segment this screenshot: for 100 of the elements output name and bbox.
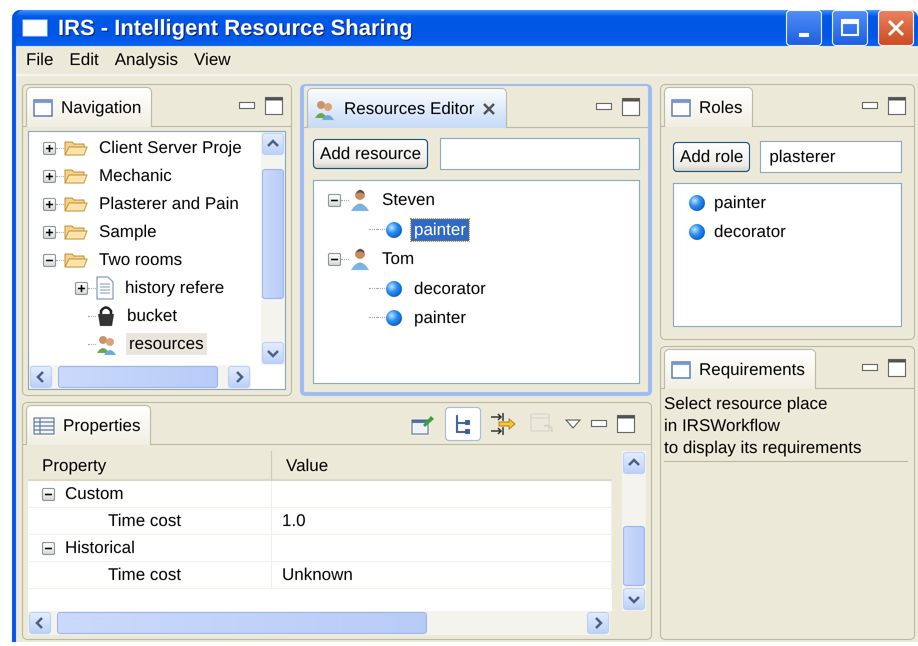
table-icon [33,416,55,434]
view-tab[interactable]: Properties [26,405,152,445]
menu-item[interactable]: View [188,48,237,72]
window-icon [671,360,691,380]
maximize-icon [840,18,860,38]
collapse-toggle[interactable] [42,488,55,500]
minimize-button[interactable] [786,10,822,46]
folder-icon [64,195,88,213]
toolbar-button[interactable] [445,406,481,440]
view-tab[interactable]: Roles [664,87,754,127]
scroll-down-button[interactable] [623,588,645,610]
collapse-toggle[interactable] [328,194,341,206]
tree-item[interactable]: Sample [96,221,160,243]
sphere-icon [385,308,403,326]
property-name: Time cost [108,511,182,531]
editor-tab[interactable]: Resources Editor [307,88,508,128]
close-button[interactable] [878,10,914,46]
person-icon [349,188,371,212]
tree-item[interactable]: history refere [122,277,228,299]
minimize-icon [862,102,878,110]
tree-item[interactable]: Plasterer and Pain [96,193,242,215]
maximize-icon [888,358,906,376]
window-title: IRS - Intelligent Resource Sharing [58,15,414,41]
maximize-view-button[interactable] [622,98,640,116]
tree-item[interactable]: painter [411,306,469,328]
maximize-icon [622,98,640,116]
people-icon [96,333,118,355]
scroll-thumb[interactable] [262,169,284,299]
add-role-button[interactable]: Add role [673,142,750,172]
collapse-toggle[interactable] [43,254,56,266]
maximize-icon [265,96,283,114]
view-tab[interactable]: Navigation [26,87,152,127]
horizontal-scrollbar[interactable] [28,611,610,635]
tree-item[interactable]: decorator [411,278,489,300]
minimize-view-button[interactable] [239,102,255,110]
scroll-left-button[interactable] [30,366,52,388]
expand-toggle[interactable] [43,142,56,154]
minimize-icon [596,102,612,110]
scroll-right-button[interactable] [587,612,609,634]
tree-item[interactable]: Client Server Proje [96,137,245,159]
menu-item[interactable]: Edit [63,48,105,72]
minimize-view-button[interactable] [862,102,878,110]
tree-item[interactable]: Tom [379,248,418,270]
scroll-thumb[interactable] [57,612,427,634]
add-resource-button[interactable]: Add resource [313,139,428,169]
tree-item[interactable]: Two rooms [96,249,186,271]
scroll-right-button[interactable] [228,366,250,388]
maximize-view-button[interactable] [265,96,283,114]
column-header[interactable]: Property [28,451,272,481]
tree-item[interactable]: resources [126,333,207,355]
view-tab[interactable]: Requirements [664,349,816,389]
maximize-view-button[interactable] [888,96,906,114]
scroll-thumb[interactable] [623,526,645,586]
scroll-up-button[interactable] [262,133,284,155]
role-name-field[interactable]: plasterer [760,141,902,173]
plus-icon [45,172,54,180]
collapse-toggle[interactable] [42,542,55,554]
folder-icon [64,167,88,185]
window-icon [33,98,53,118]
tree-item[interactable]: Steven [379,189,438,211]
expand-toggle[interactable] [43,198,56,210]
maximize-view-button[interactable] [888,358,906,376]
tree-item[interactable]: bucket [124,305,180,327]
menu-item[interactable]: Analysis [108,48,184,72]
scroll-left-button[interactable] [29,612,51,634]
resource-name-field[interactable] [440,138,640,170]
scroll-thumb[interactable] [58,366,218,388]
list-item[interactable]: painter [711,192,769,214]
maximize-button[interactable] [832,10,868,46]
plus-icon [45,200,54,208]
minimize-view-button[interactable] [596,102,612,110]
expand-toggle[interactable] [43,170,56,182]
arrows-icon [489,412,517,436]
close-icon [886,18,906,38]
property-name: Historical [65,538,135,558]
maximize-view-button[interactable] [617,414,635,432]
tree-item[interactable]: Mechanic [96,165,175,187]
plus-icon [45,228,54,236]
tree-item[interactable]: painter [411,218,469,240]
column-header[interactable]: Value [272,451,612,481]
dropdown-icon [565,418,581,428]
plus-icon [45,144,54,152]
list-item[interactable]: decorator [711,220,789,242]
property-name: Custom [65,484,124,504]
padlock-icon [96,305,116,327]
vertical-scrollbar[interactable] [261,132,285,365]
folder-icon [64,139,88,157]
collapse-toggle[interactable] [328,252,341,266]
minimize-view-button[interactable] [591,420,607,428]
menu-item[interactable]: File [20,48,60,72]
vertical-scrollbar[interactable] [622,451,646,611]
minimize-view-button[interactable] [862,364,878,372]
horizontal-scrollbar[interactable] [29,365,251,389]
window-icon [671,98,691,118]
minimize-icon [591,420,607,428]
expand-toggle[interactable] [75,282,88,294]
scroll-down-button[interactable] [262,342,284,364]
expand-toggle[interactable] [43,226,56,238]
scroll-up-button[interactable] [623,452,645,474]
sphere-icon [385,220,403,238]
